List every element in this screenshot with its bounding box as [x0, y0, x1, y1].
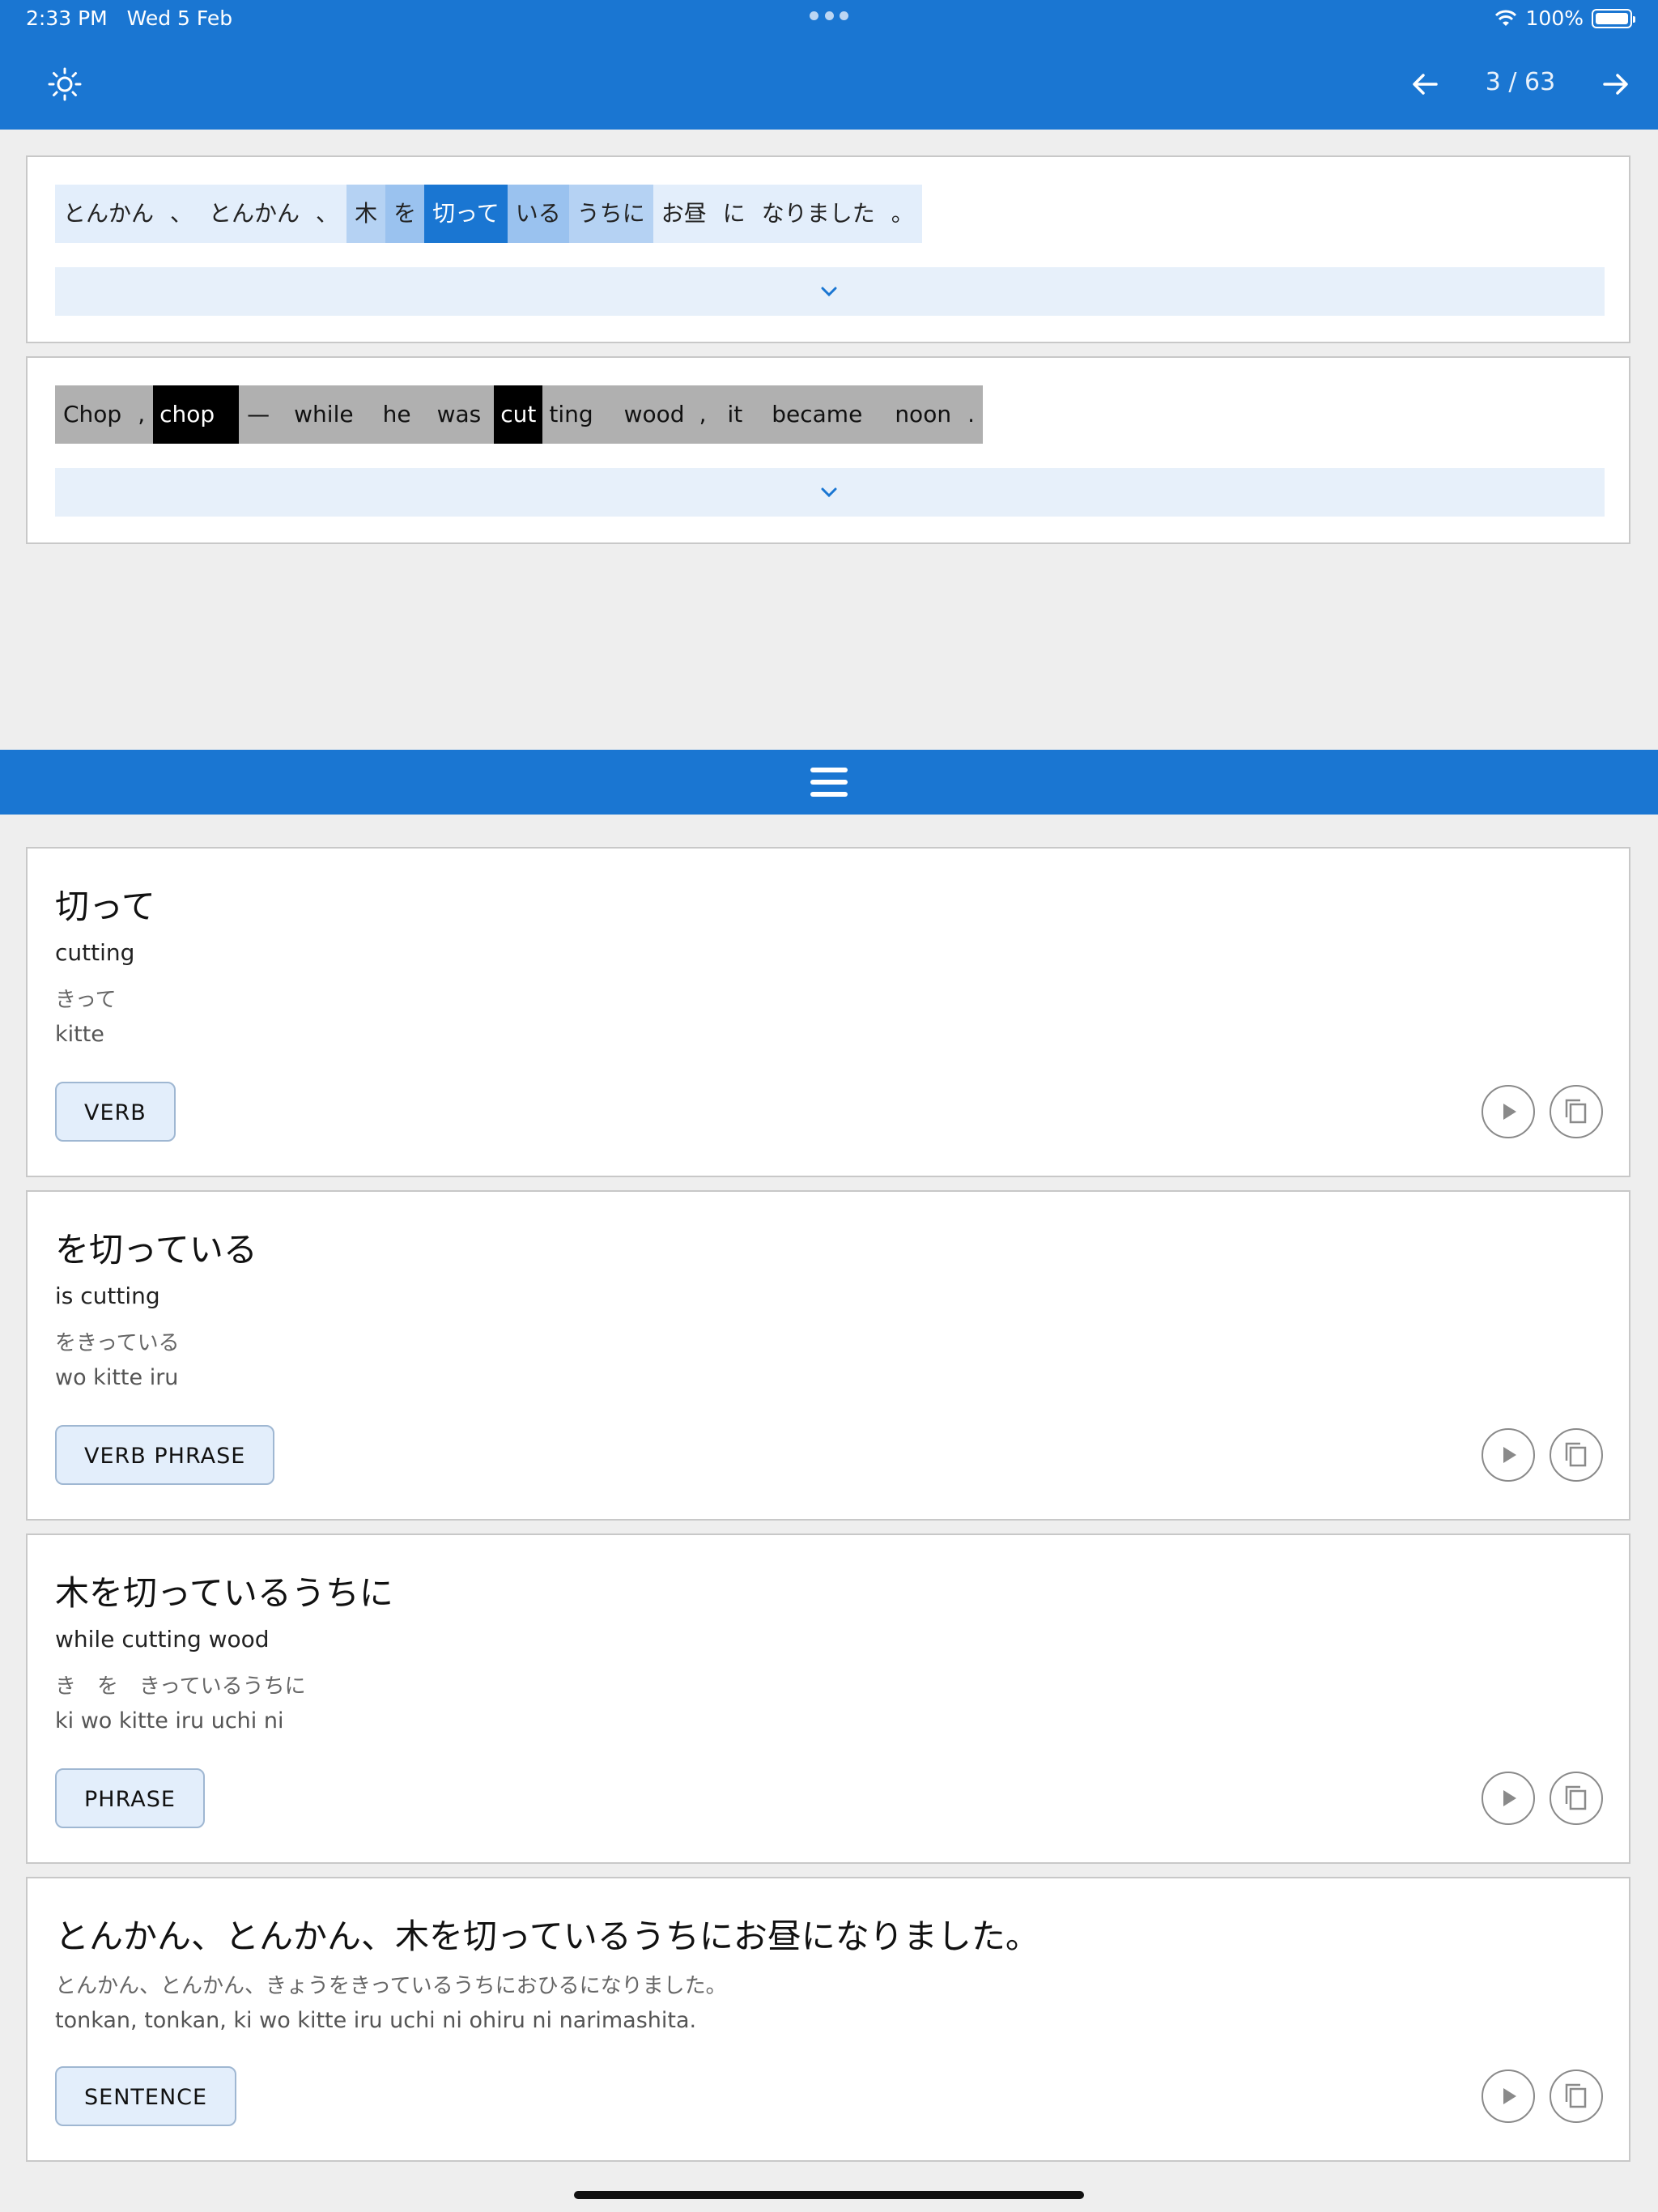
- sun-icon[interactable]: [47, 66, 83, 102]
- chevron-down-icon: [821, 287, 837, 297]
- en-token[interactable]: Chop: [55, 385, 130, 444]
- jp-token[interactable]: 、: [162, 185, 202, 243]
- page-indicator: 3 / 63: [1485, 68, 1556, 96]
- en-token[interactable]: he: [369, 385, 424, 444]
- english-token-row: Chop , chop — while he was cut ting wood…: [55, 385, 983, 444]
- wifi-icon: [1494, 10, 1516, 26]
- japanese-sentence-card: とんかん 、 とんかん 、 木 を 切って いる うちに お昼 に なりました …: [26, 155, 1630, 343]
- jp-token[interactable]: 木: [346, 185, 386, 243]
- battery-percent: 100%: [1525, 6, 1584, 30]
- headword: 切って: [55, 887, 155, 926]
- copy-button[interactable]: [1550, 1085, 1603, 1138]
- arrow-right-icon[interactable]: [1596, 65, 1635, 104]
- app-bar: 3 / 63: [0, 37, 1658, 130]
- en-token[interactable]: .: [959, 385, 983, 444]
- sentence-card: とんかん、とんかん、木を切っているうちにお昼になりました。 とんかん、とんかん、…: [26, 1877, 1630, 2162]
- en-token[interactable]: ,: [691, 385, 715, 444]
- part-of-speech-chip[interactable]: SENTENCE: [55, 2066, 237, 2126]
- jp-token[interactable]: うちに: [568, 185, 653, 243]
- headword: 木を切っているうちに: [55, 1573, 393, 1613]
- jp-token[interactable]: いる: [507, 185, 569, 243]
- copy-button[interactable]: [1550, 1428, 1603, 1482]
- en-token-selected[interactable]: cut: [494, 385, 543, 444]
- copy-icon: [1565, 1785, 1587, 1810]
- en-token[interactable]: while: [278, 385, 370, 444]
- en-token[interactable]: ting: [542, 385, 600, 444]
- status-time: 2:33 PM Wed 5 Feb: [26, 6, 233, 30]
- headword: を切っている: [55, 1230, 257, 1270]
- arrow-left-icon[interactable]: [1405, 65, 1444, 104]
- expand-japanese-button[interactable]: [55, 267, 1605, 316]
- en-token[interactable]: ,: [130, 385, 154, 444]
- sentence-headword: とんかん、とんかん、木を切っているうちにお昼になりました。: [55, 1916, 1039, 1956]
- jp-token[interactable]: お昼: [653, 185, 715, 243]
- play-icon: [1503, 2088, 1516, 2104]
- jp-token[interactable]: なりました: [753, 185, 883, 243]
- part-of-speech-chip[interactable]: PHRASE: [55, 1768, 205, 1828]
- play-button[interactable]: [1482, 1428, 1535, 1482]
- battery-icon: [1592, 8, 1635, 28]
- play-icon: [1503, 1104, 1516, 1120]
- japanese-token-row: とんかん 、 とんかん 、 木 を 切って いる うちに お昼 に なりました …: [55, 185, 922, 243]
- status-right: 100%: [1494, 6, 1635, 30]
- jp-token[interactable]: を: [385, 185, 425, 243]
- meaning: cutting: [55, 939, 135, 966]
- copy-button[interactable]: [1550, 2069, 1603, 2123]
- en-token[interactable]: it: [714, 385, 756, 444]
- romaji-reading: tonkan, tonkan, ki wo kitte iru uchi ni …: [55, 2008, 697, 2033]
- menu-icon: [810, 768, 848, 797]
- meaning: while cutting wood: [55, 1626, 270, 1653]
- play-icon: [1503, 1447, 1516, 1463]
- romaji-reading: wo kitte iru: [55, 1365, 179, 1390]
- en-token[interactable]: noon: [878, 385, 960, 444]
- chevron-down-icon: [821, 487, 837, 498]
- romaji-reading: kitte: [55, 1022, 104, 1047]
- jp-token[interactable]: に: [714, 185, 754, 243]
- en-token[interactable]: —: [239, 385, 278, 444]
- multitasking-dots[interactable]: [810, 11, 848, 23]
- panel-divider-handle[interactable]: [0, 750, 1658, 815]
- kana-reading: とんかん、とんかん、きょうをきっているうちにおひるになりました。: [55, 1974, 727, 1998]
- english-sentence-card: Chop , chop — while he was cut ting wood…: [26, 356, 1630, 544]
- play-button[interactable]: [1482, 1772, 1535, 1825]
- home-indicator[interactable]: [574, 2191, 1084, 2199]
- jp-token[interactable]: とんかん: [55, 185, 163, 243]
- kana-reading: きって: [55, 988, 117, 1012]
- part-of-speech-chip[interactable]: VERB: [55, 1082, 176, 1142]
- en-token[interactable]: was: [423, 385, 495, 444]
- play-button[interactable]: [1482, 2069, 1535, 2123]
- part-of-speech-chip[interactable]: VERB PHRASE: [55, 1425, 275, 1485]
- en-token-selected[interactable]: chop: [153, 385, 240, 444]
- definition-card: 切って cutting きって kitte VERB: [26, 847, 1630, 1177]
- definition-card: 木を切っているうちに while cutting wood き を きっているう…: [26, 1534, 1630, 1864]
- jp-token[interactable]: 、: [308, 185, 347, 243]
- expand-english-button[interactable]: [55, 468, 1605, 517]
- romaji-reading: ki wo kitte iru uchi ni: [55, 1708, 284, 1733]
- copy-button[interactable]: [1550, 1772, 1603, 1825]
- status-bar: 2:33 PM Wed 5 Feb 100%: [0, 0, 1658, 37]
- jp-token-selected[interactable]: 切って: [424, 185, 508, 243]
- play-button[interactable]: [1482, 1085, 1535, 1138]
- jp-token[interactable]: とんかん: [201, 185, 308, 243]
- meaning: is cutting: [55, 1283, 160, 1309]
- copy-icon: [1565, 1099, 1587, 1124]
- en-token[interactable]: wood: [599, 385, 691, 444]
- en-token[interactable]: became: [755, 385, 879, 444]
- copy-icon: [1565, 1442, 1587, 1467]
- copy-icon: [1565, 2083, 1587, 2108]
- definition-card: を切っている is cutting をきっている wo kitte iru VE…: [26, 1190, 1630, 1521]
- play-icon: [1503, 1790, 1516, 1806]
- kana-reading: をきっている: [55, 1331, 180, 1355]
- kana-reading: き を きっているうちに: [55, 1674, 306, 1699]
- jp-token[interactable]: 。: [882, 185, 922, 243]
